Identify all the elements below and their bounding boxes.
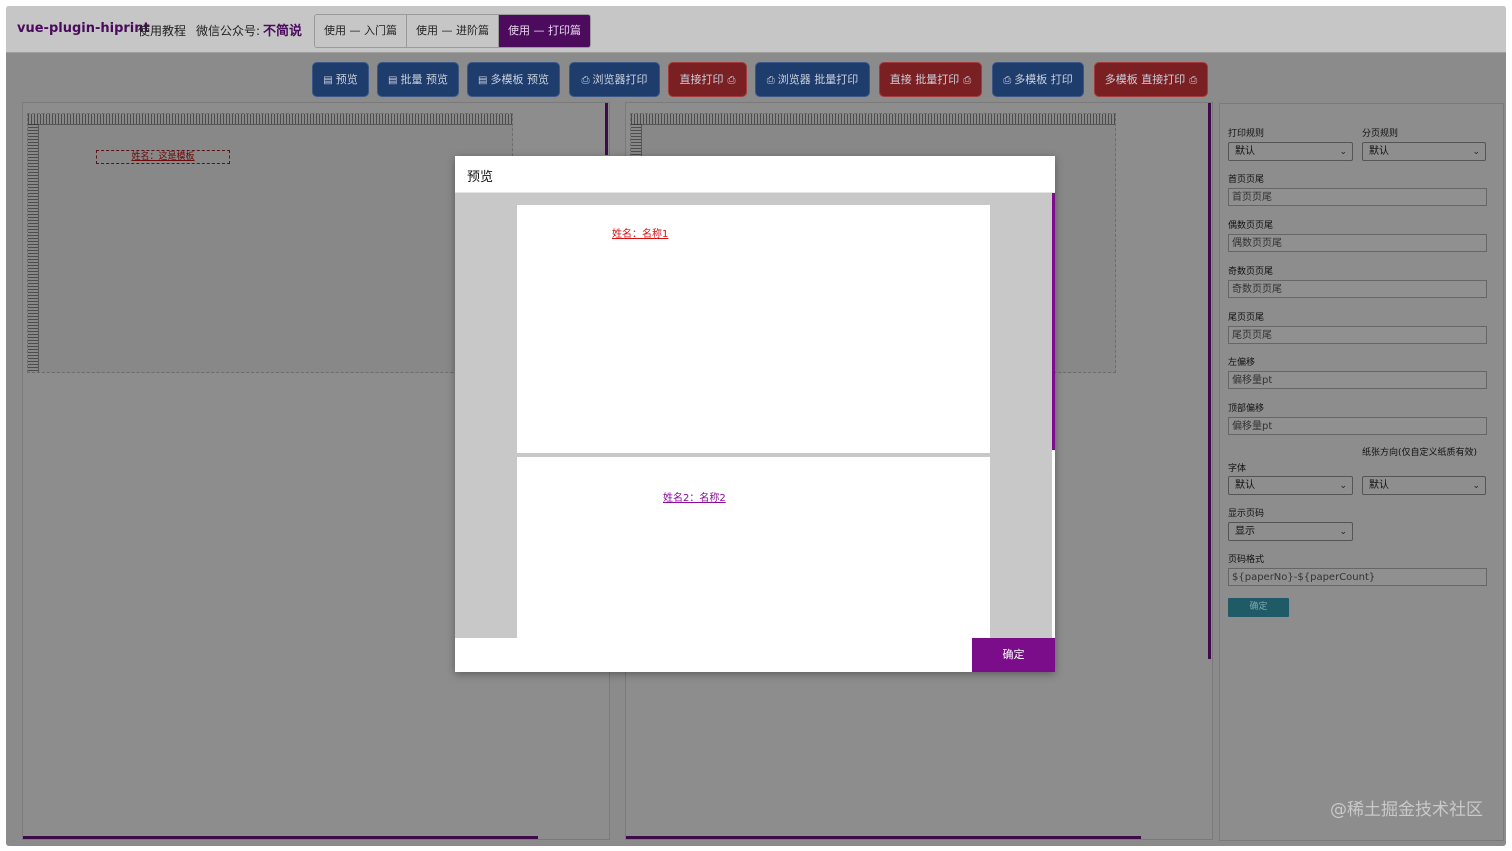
vertical-scrollbar[interactable] [605,103,608,155]
watermark: @稀土掘金技术社区 [1330,800,1483,820]
header-bar: vue-plugin-hiprint 使用教程 微信公众号: 不简说 使用 — … [6,6,1506,53]
multi-template-print-button[interactable]: ⎙ 多模板 打印 [992,62,1084,97]
document-icon: ▤ [388,75,398,86]
tab-intro[interactable]: 使用 — 入门篇 [315,15,407,47]
left-offset-input[interactable]: 偏移量pt [1228,371,1487,389]
show-page-select[interactable]: 显示 ⌄ [1228,522,1353,541]
multi-template-preview-button[interactable]: ▤ 多模板 预览 [467,62,560,97]
first-footer-input[interactable]: 首页页尾 [1228,188,1487,206]
orientation-select[interactable]: 默认 ⌄ [1362,476,1486,495]
vertical-scrollbar[interactable] [1208,103,1211,659]
page-format-input[interactable]: ${paperNo}-${paperCount} [1228,568,1487,586]
tab-print[interactable]: 使用 — 打印篇 [499,15,590,47]
chevron-down-icon: ⌄ [1339,147,1347,157]
last-footer-input[interactable]: 尾页页尾 [1228,326,1487,344]
horizontal-ruler [631,114,1115,125]
document-icon: ▤ [323,75,333,86]
settings-confirm-button[interactable]: 确定 [1228,598,1289,617]
chevron-down-icon: ⌄ [1339,481,1347,491]
direct-batch-print-button[interactable]: 直接 批量打印 ⎙ [879,62,982,97]
chevron-down-icon: ⌄ [1339,527,1347,537]
confirm-button[interactable]: 确定 [972,638,1055,672]
browser-batch-print-button[interactable]: ⎙ 浏览器 批量打印 [755,62,870,97]
top-offset-label: 顶部偏移 [1228,404,1265,414]
page-2-name-text: 姓名2：名称2 [663,493,726,504]
font-select[interactable]: 默认 ⌄ [1228,476,1353,495]
page-1-name-text: 姓名：名称1 [612,229,669,240]
printer-icon: ⎙ [581,75,590,86]
vertical-ruler [28,124,39,372]
preview-page-2: 姓名2：名称2 [517,457,990,638]
batch-preview-button[interactable]: ▤ 批量 预览 [377,62,459,97]
page-rule-label: 分页规则 [1362,129,1399,139]
last-footer-label: 尾页页尾 [1228,313,1265,323]
left-offset-label: 左偏移 [1228,358,1256,368]
printer-icon: ⎙ [766,75,775,86]
printer-icon: ⎙ [1189,75,1198,86]
preview-modal: 预览 姓名：名称1 姓名2：名称2 确定 [455,156,1055,672]
orientation-label: 纸张方向(仅自定义纸质有效) [1362,448,1478,458]
printer-icon: ⎙ [963,75,972,86]
chevron-down-icon: ⌄ [1472,481,1480,491]
even-footer-label: 偶数页页尾 [1228,221,1274,231]
printer-icon: ⎙ [727,75,736,86]
document-icon: ▤ [478,75,488,86]
modal-header: 预览 [455,156,1055,193]
page-rule-select[interactable]: 默认 ⌄ [1362,142,1486,161]
horizontal-scrollbar[interactable] [23,836,538,839]
show-page-label: 显示页码 [1228,509,1265,519]
preview-area: 姓名：名称1 姓名2：名称2 [455,193,1052,638]
even-footer-input[interactable]: 偶数页页尾 [1228,234,1487,252]
brand-title: vue-plugin-hiprint [17,21,150,36]
direct-print-button[interactable]: 直接打印 ⎙ [668,62,747,97]
first-footer-label: 首页页尾 [1228,175,1265,185]
odd-footer-label: 奇数页页尾 [1228,267,1274,277]
font-label: 字体 [1228,464,1247,474]
chevron-down-icon: ⌄ [1472,147,1480,157]
tab-advanced[interactable]: 使用 — 进阶篇 [407,15,499,47]
top-offset-input[interactable]: 偏移量pt [1228,417,1487,435]
printer-icon: ⎙ [1003,75,1012,86]
horizontal-scrollbar[interactable] [626,836,1141,839]
print-rule-label: 打印规则 [1228,129,1265,139]
modal-scrollbar[interactable] [1052,193,1055,450]
template-name-field[interactable]: 姓名：这是模板 [96,150,230,164]
modal-footer: 确定 [455,638,1055,672]
odd-footer-input[interactable]: 奇数页页尾 [1228,280,1487,298]
nav-tabs: 使用 — 入门篇 使用 — 进阶篇 使用 — 打印篇 [314,14,591,48]
modal-title: 预览 [467,170,494,185]
design-canvas[interactable]: 姓名：这是模板 [27,113,513,373]
page-format-label: 页码格式 [1228,555,1265,565]
wechat-name: 不简说 [263,24,303,39]
horizontal-ruler [28,114,512,125]
wechat-label: 微信公众号: [196,24,261,38]
print-rule-select[interactable]: 默认 ⌄ [1228,142,1353,161]
preview-page-1: 姓名：名称1 [517,205,990,453]
settings-panel: 打印规则 分页规则 默认 ⌄ 默认 ⌄ 首页页尾 首页页尾 偶数页页尾 偶数页页尾 … [1219,103,1504,841]
multi-template-direct-print-button[interactable]: 多模板 直接打印 ⎙ [1094,62,1208,97]
browser-print-button[interactable]: ⎙ 浏览器打印 [569,62,660,97]
preview-button[interactable]: ▤ 预览 [312,62,369,97]
brand-subtitle: 使用教程 [138,24,187,38]
